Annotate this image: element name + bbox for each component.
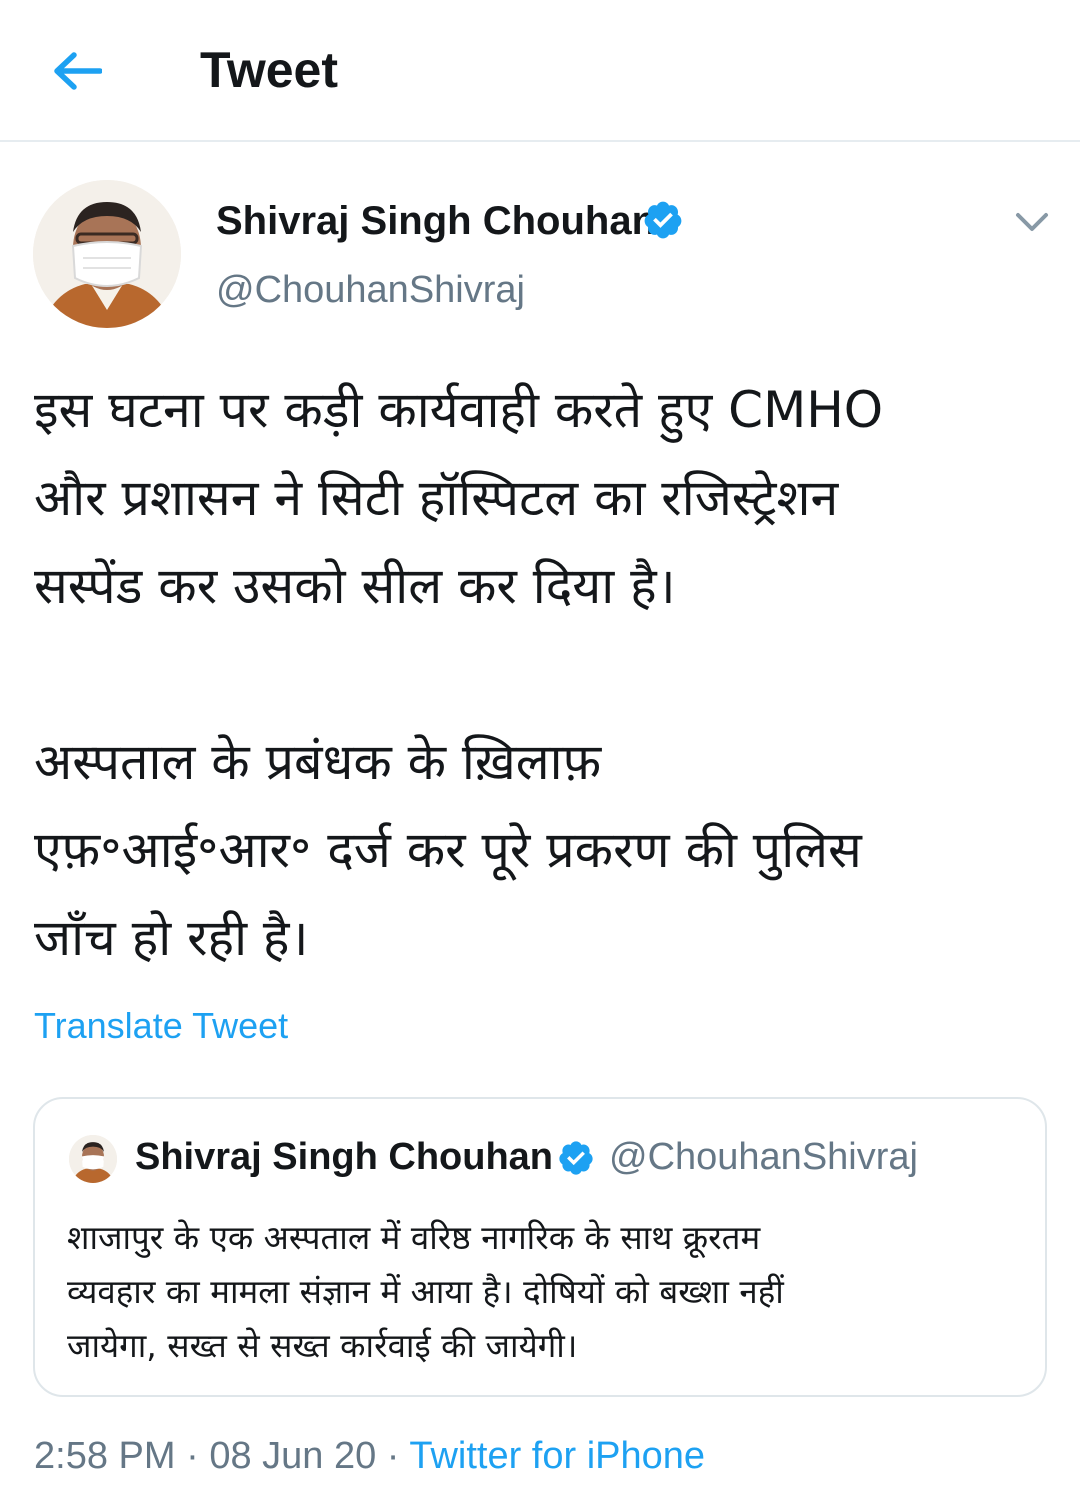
chevron-down-icon[interactable] [1010,200,1054,244]
author-avatar[interactable] [33,180,181,328]
back-button[interactable] [40,34,114,108]
quoted-author-name: Shivraj Singh Chouhan [135,1136,554,1178]
truncation-fade [925,1129,1045,1189]
tweet-line: सस्पेंड कर उसको सील कर दिया है। [34,557,676,615]
author-name[interactable]: Shivraj Singh Chouhan [216,194,656,248]
avatar-portrait [69,1135,117,1183]
tweet-line: और प्रशासन ने सिटी हॉस्पिटल का रजिस्ट्रे… [34,469,839,527]
avatar-portrait [33,180,181,328]
tweet-line: जाँच हो रही है। [34,909,309,967]
tweet-time: 2:58 PM [34,1435,176,1477]
quoted-tweet-text: शाजापुर के एक अस्पताल में वरिष्ठ नागरिक … [67,1211,1027,1373]
translate-tweet-link[interactable]: Translate Tweet [34,1002,288,1050]
verified-badge-icon [559,1141,593,1175]
tweet-date: 08 Jun 20 [209,1435,377,1477]
tweet-line-break [34,630,1054,718]
quoted-author-avatar [69,1135,117,1183]
quoted-line: शाजापुर के एक अस्पताल में वरिष्ठ नागरिक … [67,1218,761,1257]
meta-separator: · [376,1435,410,1477]
tweet-line: इस घटना पर कड़ी कार्यवाही करते हुए CMHO [34,381,884,439]
page-title: Tweet [200,42,338,98]
tweet-meta: 2:58 PM · 08 Jun 20 · Twitter for iPhone [34,1430,705,1482]
quoted-author-handle: @ChouhanShivraj [609,1136,918,1178]
top-app-bar: Tweet [0,0,1080,142]
verified-badge-icon [644,201,682,239]
tweet-line: अस्पताल के प्रबंधक के ख़िलाफ़ [34,733,602,791]
arrow-left-icon [54,52,102,90]
quoted-tweet-card[interactable]: Shivraj Singh Chouhan @ChouhanShivraj शा… [33,1097,1047,1397]
meta-separator: · [175,1435,210,1477]
tweet-line: एफ़॰आई॰आर॰ दर्ज कर पूरे प्रकरण की पुलिस [34,821,862,879]
tweet-text: इस घटना पर कड़ी कार्यवाही करते हुए CMHO … [34,366,1054,982]
author-handle[interactable]: @ChouhanShivraj [216,264,525,316]
tweet-source-link[interactable]: Twitter for iPhone [409,1435,705,1477]
quoted-line: जायेगा, सख्त से सख्त कार्रवाई की जायेगी। [67,1326,578,1365]
quoted-line: व्यवहार का मामला संज्ञान में आया है। दोष… [67,1272,784,1311]
